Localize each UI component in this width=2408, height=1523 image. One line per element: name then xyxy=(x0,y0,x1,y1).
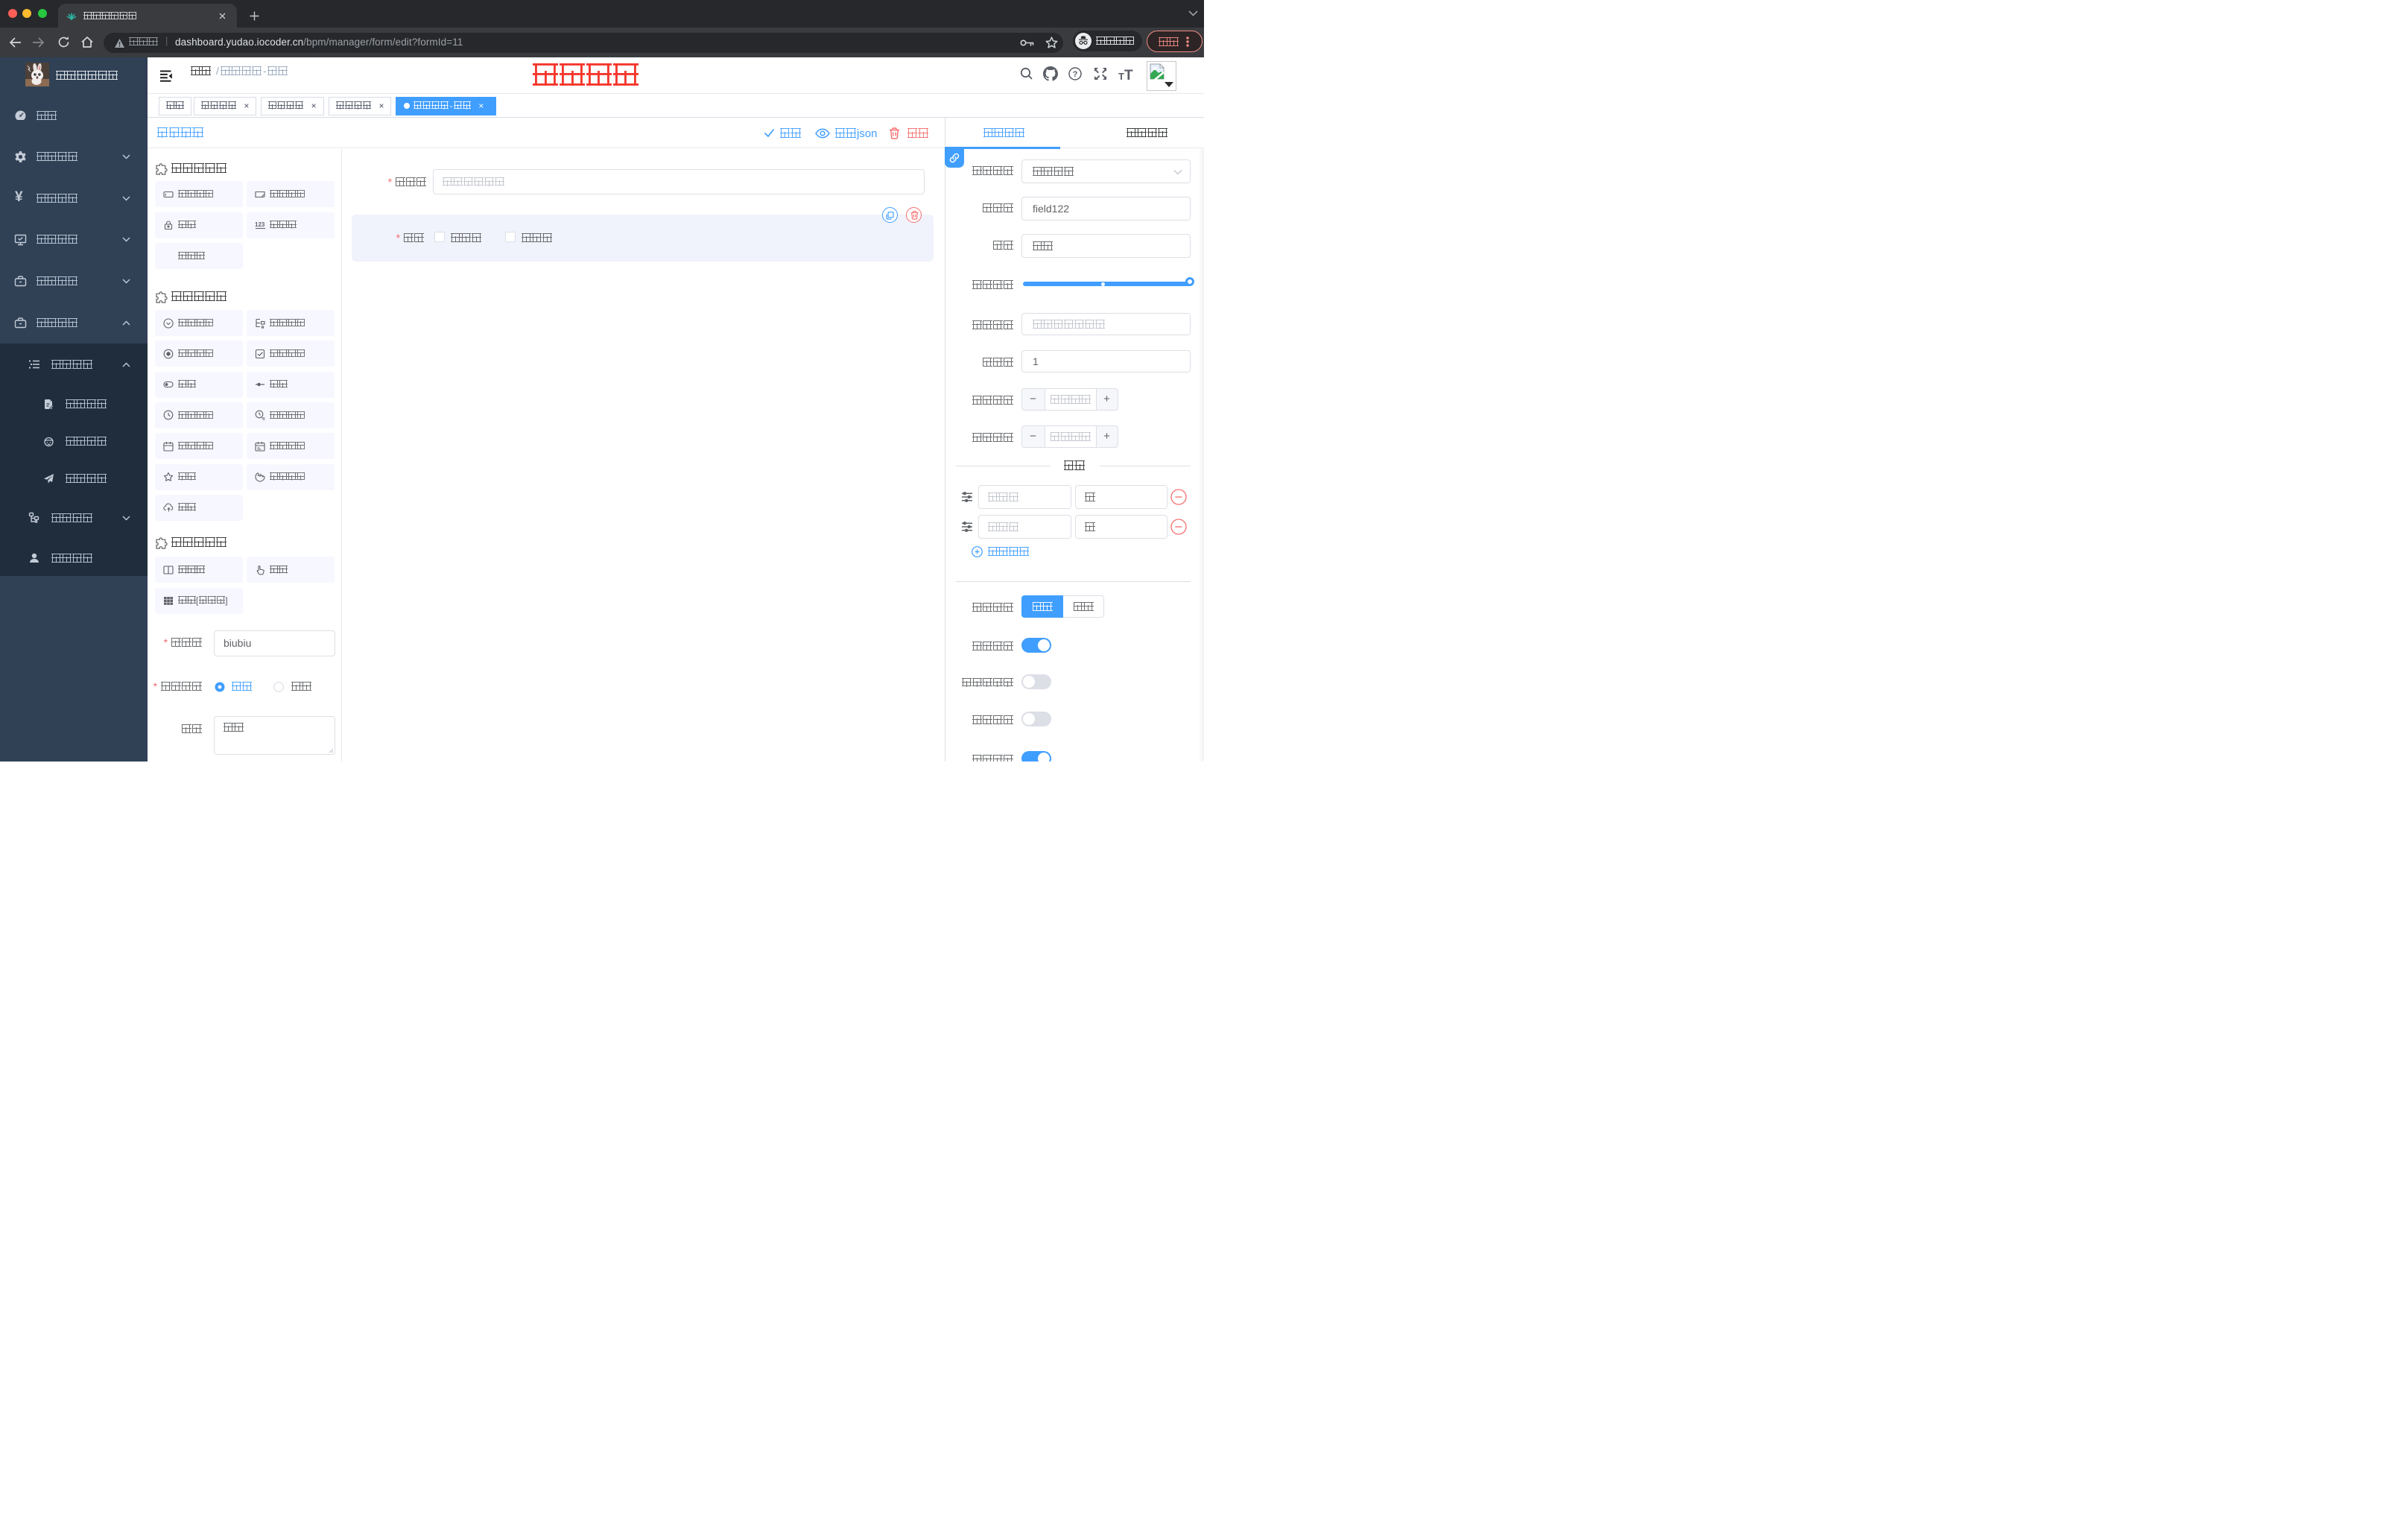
svg-text:?: ? xyxy=(1073,70,1078,79)
svg-text:123: 123 xyxy=(255,221,265,228)
svg-text:T: T xyxy=(1118,71,1124,80)
svg-text:T: T xyxy=(1124,68,1133,80)
